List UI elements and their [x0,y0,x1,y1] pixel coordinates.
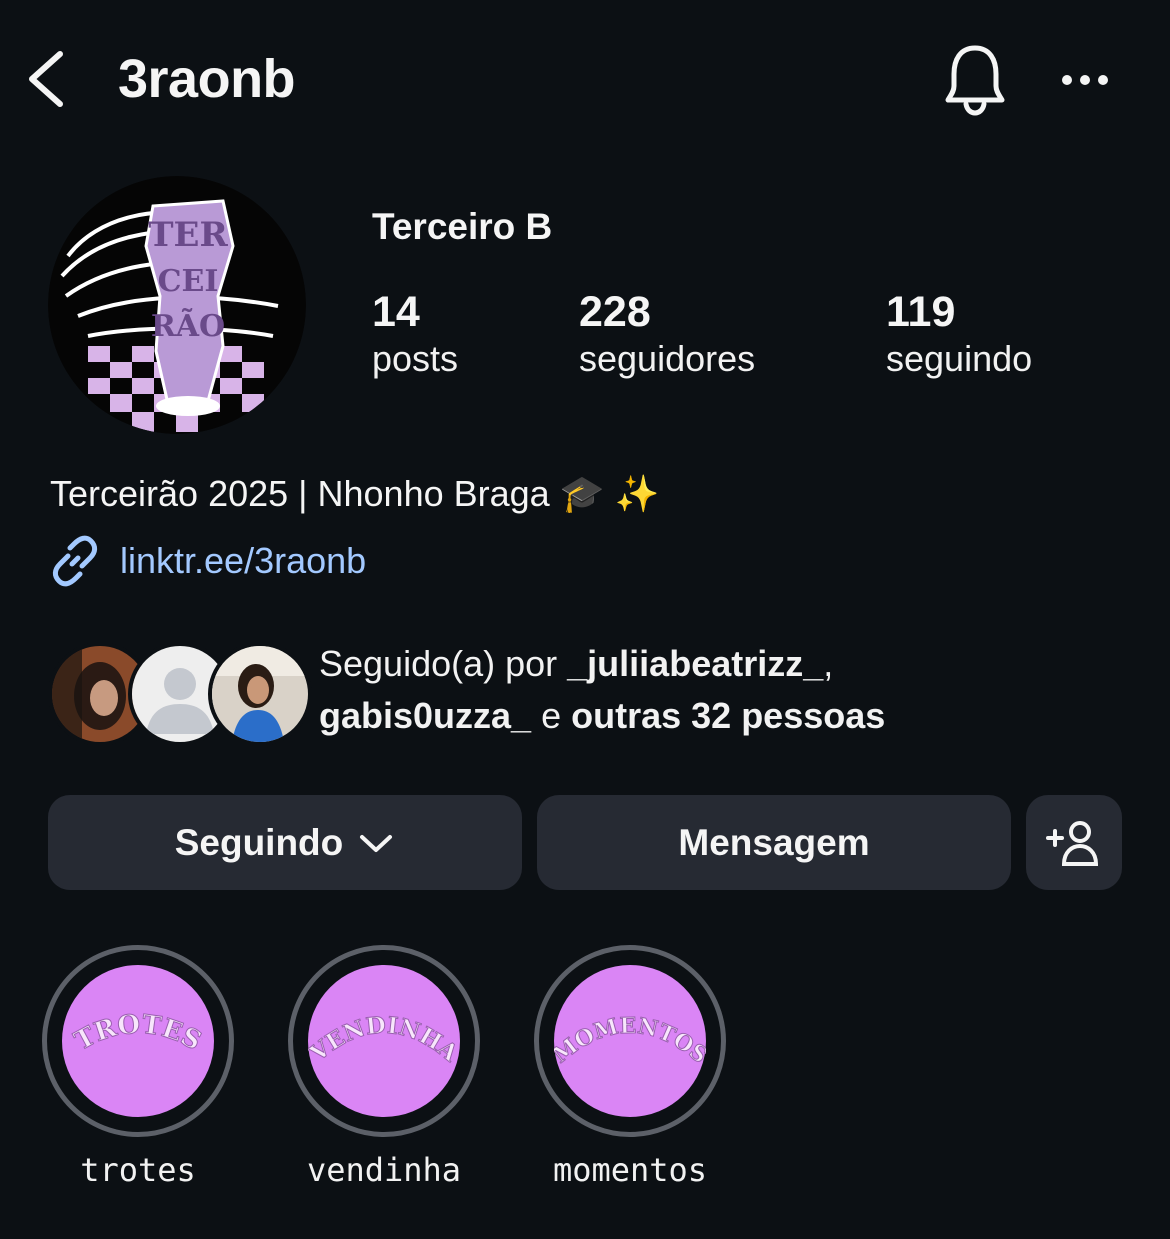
svg-text:TROTES: TROTES [70,1009,206,1056]
highlight-caption: momentos [552,1151,708,1189]
following-button-label: Seguindo [174,821,344,863]
highlight-caption: trotes [80,1151,196,1189]
message-button[interactable]: Mensagem [537,795,1011,890]
profile-link[interactable]: linktr.ee/3raonb [48,533,366,589]
stat-followers-count: 228 [579,288,651,336]
svg-text:MOMENTOS: MOMENTOS [554,1013,706,1069]
more-options-button[interactable] [1055,58,1115,102]
followed-by-user-2[interactable]: gabis0uzza_ [319,695,531,736]
svg-text:TER: TER [148,215,228,255]
stat-following-count: 119 [886,288,956,336]
highlight-ring: MOMENTOS [534,945,726,1137]
bell-icon [945,45,1005,116]
profile-avatar[interactable]: TER CEI RÃO [48,176,306,434]
highlight-ring: TROTES [42,945,234,1137]
followed-by-text[interactable]: Seguido(a) por _juliiabeatrizz_, gabis0uz… [319,638,1139,742]
followed-by-conjunction: e [531,695,572,736]
stat-followers-label: seguidores [579,338,756,379]
top-bar: 3raonb [0,0,1170,160]
add-person-icon [1046,820,1099,866]
stat-posts-count: 14 [372,288,420,336]
highlight-cover-text: TROTES [69,1009,206,1057]
profile-page: 3raonb TER CEI RÃO Terceiro B 14 posts 2… [0,0,1170,1239]
mutual-followers-avatars[interactable] [48,642,312,746]
followed-by-others[interactable]: outras 32 pessoas [571,695,885,736]
svg-text:RÃO: RÃO [151,308,225,344]
more-horizontal-icon [1062,75,1108,85]
followed-by-user-1[interactable]: _juliiabeatrizz_ [567,643,823,684]
stat-following-label: seguindo [886,338,1033,379]
profile-link-text: linktr.ee/3raonb [120,540,367,581]
highlight-cover: VENDINHA [308,965,460,1117]
link-icon [52,535,98,587]
highlight-cover: TROTES [62,965,214,1117]
add-user-button[interactable] [1026,795,1122,890]
stat-posts-label: posts [372,338,459,379]
highlight-momentos[interactable]: MOMENTOS momentos [534,945,726,1189]
svg-text:CEI: CEI [158,264,219,299]
back-button[interactable] [22,44,82,114]
followed-by-prefix: Seguido(a) por [319,643,568,684]
chevron-left-icon [29,51,63,107]
notifications-button[interactable] [940,40,1010,118]
chevron-down-icon [360,834,393,852]
highlight-cover-text: VENDINHA [308,1011,460,1068]
highlight-ring: VENDINHA [288,945,480,1137]
profile-bio: Terceirão 2025 | Nhonho Braga 🎓 ✨ [50,473,660,514]
stat-posts[interactable]: 14 posts [372,287,458,381]
highlight-vendinha[interactable]: VENDINHA vendinha [288,945,480,1189]
following-button[interactable]: Seguindo [48,795,522,890]
stat-followers[interactable]: 228 seguidores [579,287,755,381]
svg-text:VENDINHA: VENDINHA [308,1011,460,1067]
profile-display-name: Terceiro B [372,206,553,247]
highlight-cover: MOMENTOS [554,965,706,1117]
avatar-logo-image: TER CEI RÃO [48,176,306,434]
followed-by-separator: , [823,643,834,684]
highlight-caption: vendinha [306,1151,462,1189]
mutual-avatar-3 [208,642,312,746]
highlight-cover-text: MOMENTOS [554,1012,706,1069]
profile-username: 3raonb [118,49,296,109]
stat-following[interactable]: 119 seguindo [886,287,1032,381]
message-button-label: Mensagem [678,821,870,863]
highlight-trotes[interactable]: TROTES trotes [42,945,234,1189]
